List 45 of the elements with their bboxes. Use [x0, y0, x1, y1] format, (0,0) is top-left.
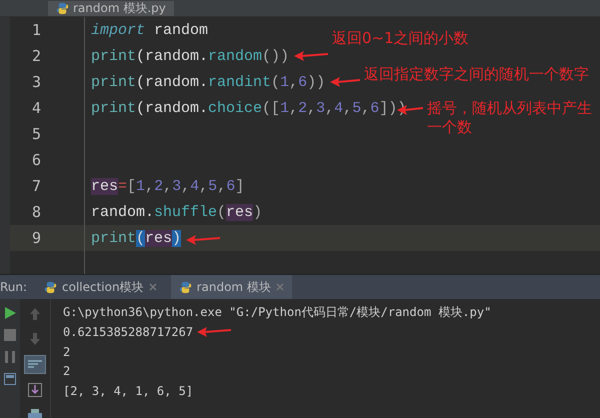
line-number: 8 [32, 203, 42, 221]
print-icon[interactable] [28, 409, 42, 418]
code-line: print(random.random()) [91, 48, 290, 64]
code-line: print(random.randint(1,6)) [91, 74, 326, 90]
scroll-end-icon[interactable] [28, 383, 42, 398]
line-number: 3 [32, 73, 42, 91]
line-number: 7 [32, 177, 42, 195]
line-number: 5 [32, 125, 42, 143]
annotation: 摇号，随机从列表中产生一个数 [427, 99, 593, 137]
arrow [186, 234, 220, 246]
run-label: Run: [0, 280, 28, 294]
code-line: print(res) [91, 230, 182, 246]
close-icon[interactable] [148, 283, 157, 291]
arrow [294, 50, 328, 62]
run-icon[interactable] [4, 307, 16, 319]
annotation: 返回指定数字之间的随机一个数字 [364, 65, 589, 84]
console-line: 2 [63, 344, 70, 359]
soft-wrap-toggle[interactable] [24, 354, 46, 374]
arrow [197, 326, 232, 338]
python-icon [44, 280, 57, 294]
code-line: random.shuffle(res) [91, 204, 262, 220]
soft-wrap-icon [28, 359, 42, 370]
run-tab[interactable]: random 模块 [170, 275, 292, 299]
arrow-up-icon[interactable] [30, 308, 40, 320]
console-line: [2, 3, 4, 1, 6, 5] [63, 384, 194, 398]
run-tab[interactable]: collection模块 [36, 275, 165, 299]
code-line: res=[1,2,3,4,5,6] [91, 178, 244, 194]
console-line: G:\python36\python.exe "G:/Python代码日常/模块/random 模块.py" [63, 304, 492, 322]
line-number: 6 [32, 151, 42, 169]
arrow-down-icon[interactable] [30, 332, 40, 345]
layout-icon[interactable] [4, 373, 16, 385]
line-number: 2 [32, 47, 42, 65]
console-line: 0.6215385288717267 [63, 325, 194, 340]
line-number: 4 [32, 99, 42, 117]
line-number: 9 [32, 229, 42, 247]
arrow [330, 76, 360, 88]
pause-icon[interactable] [4, 351, 16, 363]
console-line: 2 [63, 364, 70, 378]
close-icon[interactable] [276, 283, 284, 291]
python-icon [178, 280, 192, 294]
line-number: 1 [32, 21, 42, 39]
code-line: import random [91, 22, 208, 38]
file-tab[interactable]: random 模块.py [48, 1, 174, 16]
python-icon [56, 2, 69, 15]
annotation: 返回0~1之间的小数 [332, 29, 469, 48]
